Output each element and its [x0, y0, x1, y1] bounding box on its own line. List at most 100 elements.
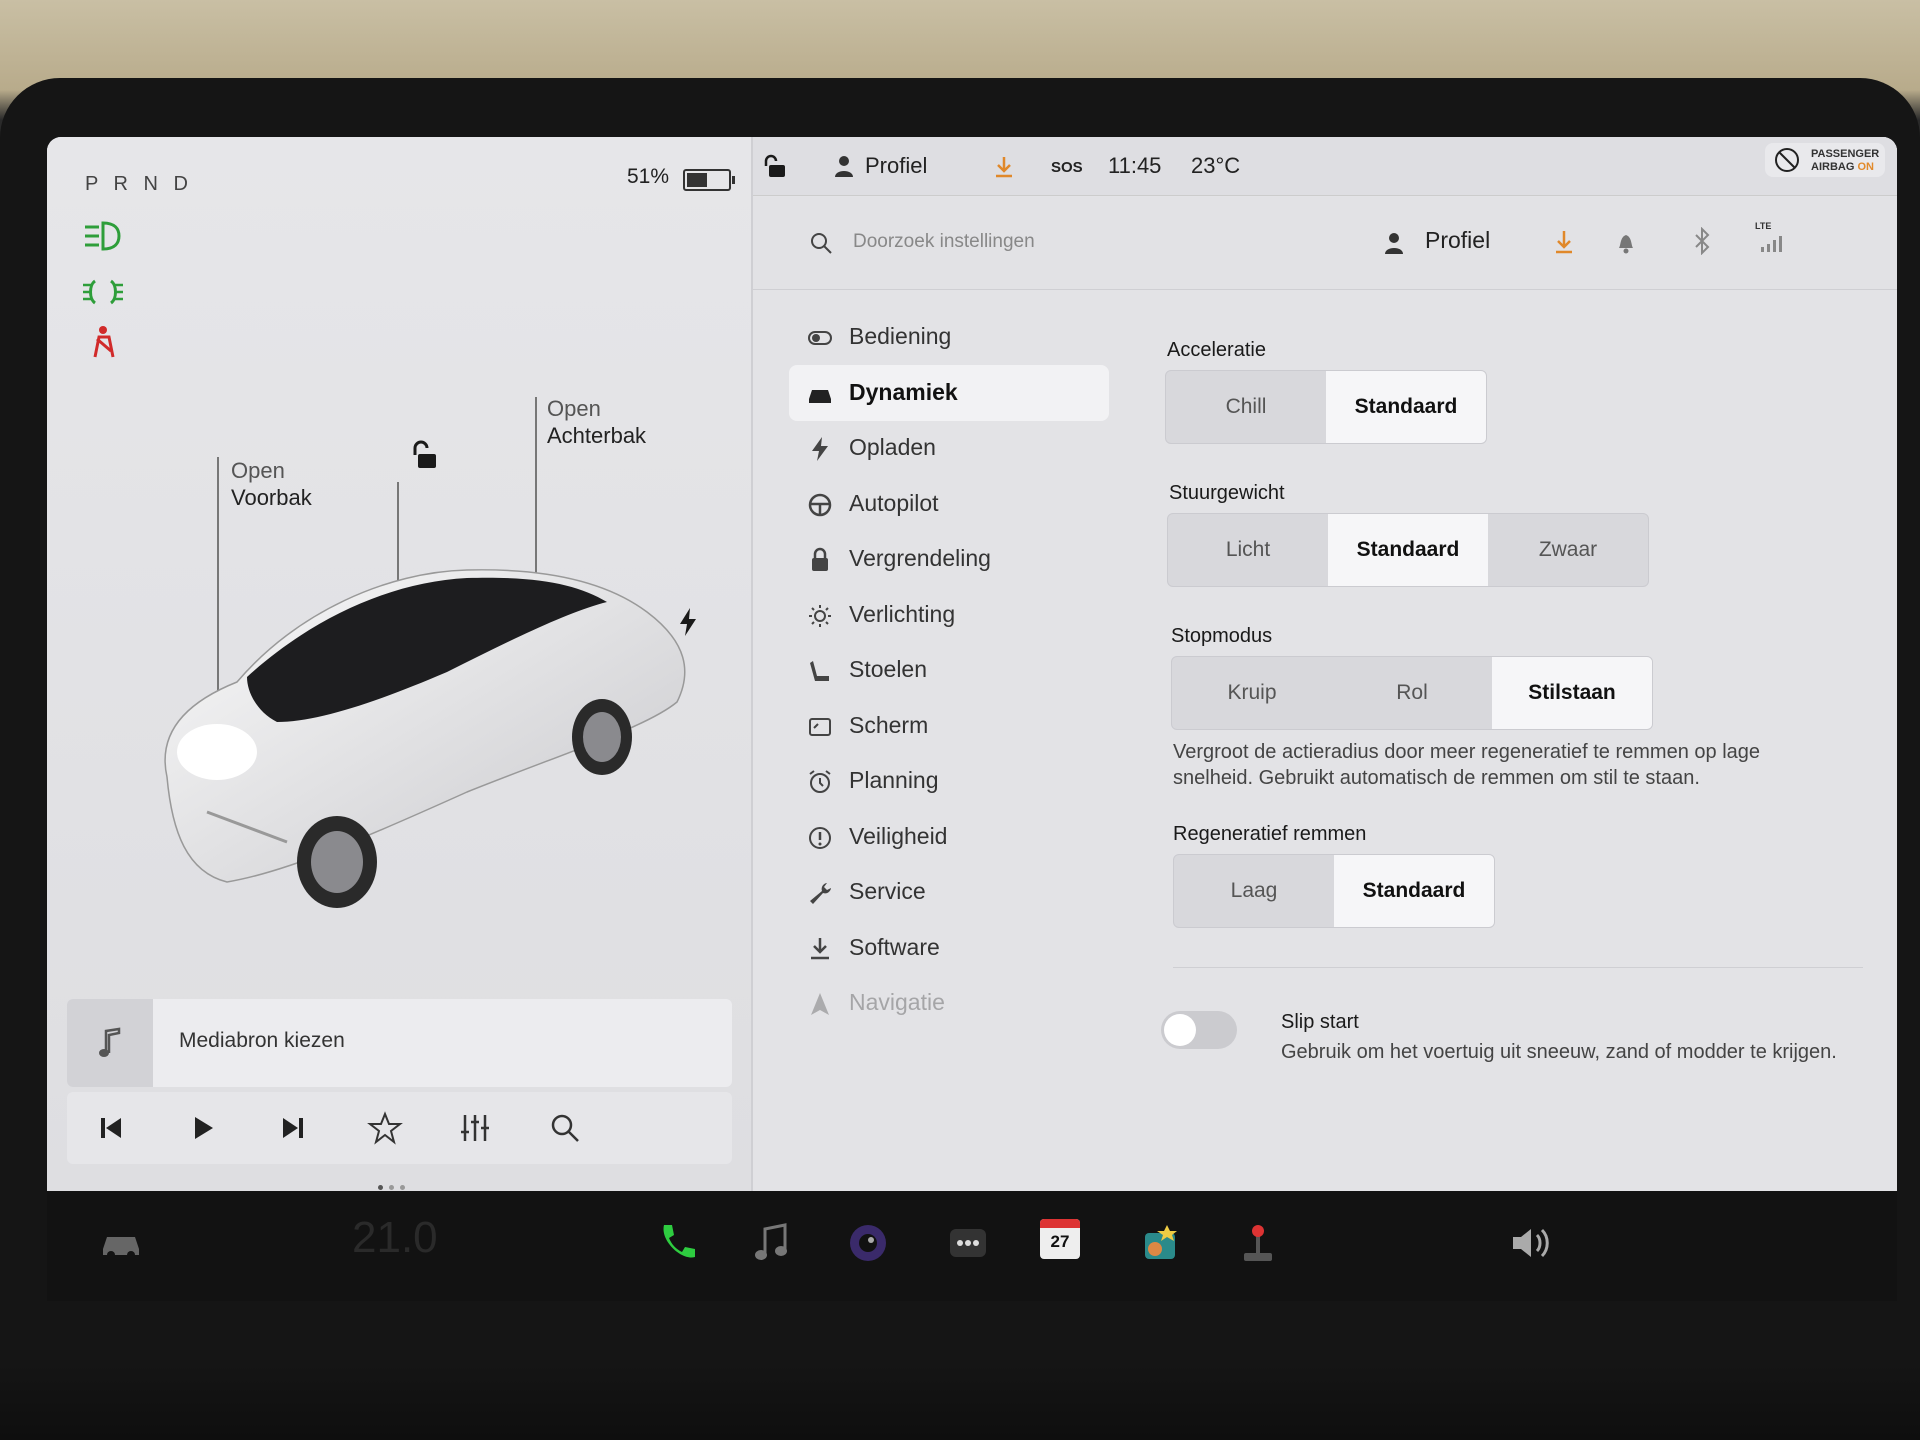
- stopmodus-option-stilstaan[interactable]: Stilstaan: [1492, 657, 1652, 729]
- nav-item-autopilot[interactable]: Autopilot: [789, 476, 1109, 532]
- page-dot[interactable]: [389, 1185, 394, 1190]
- alarm-icon: [809, 770, 831, 793]
- nav-item-bediening[interactable]: Bediening: [789, 309, 1109, 365]
- slip-start-description: Gebruik om het voertuig uit sneeuw, zand…: [1281, 1041, 1837, 1063]
- section-divider: [1173, 967, 1863, 968]
- favorite-star-icon[interactable]: [367, 1110, 403, 1146]
- gear-indicator: P R N D: [85, 173, 193, 195]
- search-icon: [811, 233, 832, 254]
- car-icon: [809, 389, 831, 403]
- bluetooth-icon[interactable]: [1693, 227, 1711, 255]
- calendar-icon[interactable]: 27: [1040, 1219, 1080, 1259]
- frunk-callout[interactable]: Open Voorbak: [231, 457, 312, 511]
- header-profile[interactable]: Profiel: [1425, 227, 1490, 254]
- page-dot[interactable]: [400, 1185, 405, 1190]
- climate-temperature[interactable]: 21.0: [352, 1213, 438, 1263]
- nav-item-opladen[interactable]: Opladen: [789, 420, 1109, 476]
- seat-icon: [810, 661, 829, 681]
- nav-label: Veiligheid: [849, 822, 948, 849]
- stopmodus-option-rol[interactable]: Rol: [1332, 657, 1492, 729]
- airbag-line1: PASSENGER: [1811, 148, 1880, 160]
- phone-icon[interactable]: [652, 1219, 700, 1267]
- trunk-callout[interactable]: Open Achterbak: [547, 395, 646, 449]
- stopmodus-option-kruip[interactable]: Kruip: [1172, 657, 1332, 729]
- acceleratie-option-standaard[interactable]: Standaard: [1326, 371, 1486, 443]
- media-source-selector[interactable]: Mediabron kiezen: [67, 999, 732, 1087]
- nav-item-dynamiek[interactable]: Dynamiek: [789, 364, 1109, 421]
- equalizer-icon[interactable]: [457, 1110, 493, 1146]
- stuurgewicht-option-licht[interactable]: Licht: [1168, 514, 1328, 586]
- search-input[interactable]: Doorzoek instellingen: [853, 231, 1035, 253]
- display-icon: [809, 717, 831, 736]
- bolt-icon: [812, 437, 828, 461]
- play-icon[interactable]: [185, 1110, 221, 1146]
- toggle-knob: [1164, 1014, 1196, 1046]
- volume-icon[interactable]: [1507, 1219, 1555, 1267]
- media-controls: [67, 1092, 732, 1164]
- passenger-airbag-indicator: PASSENGER AIRBAG ON: [1765, 143, 1885, 177]
- nav-item-planning[interactable]: Planning: [789, 753, 1109, 809]
- stopmodus-title: Stopmodus: [1171, 625, 1273, 647]
- seatbelt-warning-icon: [93, 326, 115, 358]
- steering-wheel-icon: [808, 493, 832, 516]
- nav-item-scherm[interactable]: Scherm: [789, 698, 1109, 754]
- stuurgewicht-title: Stuurgewicht: [1169, 482, 1285, 504]
- trunk-name: Achterbak: [547, 423, 647, 448]
- notification-bell-icon[interactable]: [1615, 229, 1637, 255]
- acceleratie-option-chill[interactable]: Chill: [1166, 371, 1326, 443]
- lte-label: LTE: [1755, 221, 1772, 231]
- nav-item-software[interactable]: Software: [789, 920, 1109, 976]
- car-icon[interactable]: [97, 1219, 145, 1267]
- software-update-icon[interactable]: [993, 155, 1015, 179]
- camera-icon[interactable]: [844, 1219, 892, 1267]
- regen-option-laag[interactable]: Laag: [1174, 855, 1334, 927]
- nav-label: Vergrendeling: [849, 545, 991, 571]
- frunk-action: Open: [231, 458, 285, 483]
- calendar-day: 27: [1050, 1232, 1070, 1251]
- regen-segmented: Laag Standaard: [1173, 854, 1495, 928]
- header-update-icon[interactable]: [1553, 229, 1575, 255]
- nav-label: Navigatie: [849, 989, 945, 1015]
- page-indicator: [375, 1177, 408, 1191]
- more-apps-icon[interactable]: [944, 1219, 992, 1267]
- regen-title: Regeneratief remmen: [1173, 823, 1367, 845]
- stuurgewicht-option-standaard[interactable]: Standaard: [1328, 514, 1488, 586]
- stopmodus-description: Vergroot de actieradius door meer regene…: [1173, 741, 1761, 789]
- battery-icon: [683, 169, 735, 191]
- media-search-icon[interactable]: [547, 1110, 583, 1146]
- airbag-icon: [1775, 148, 1799, 172]
- media-source-label: Mediabron kiezen: [179, 1029, 345, 1052]
- settings-panel: Profiel SOS 11:45 23°C PASSENGER AIRBAG …: [751, 137, 1897, 1191]
- nav-item-vergrendeling[interactable]: Vergrendeling: [789, 531, 1109, 587]
- toybox-icon[interactable]: [1137, 1219, 1185, 1267]
- nav-label: Planning: [849, 767, 939, 793]
- nav-label: Scherm: [849, 711, 929, 738]
- trunk-action: Open: [547, 396, 601, 421]
- nav-item-service[interactable]: Service: [789, 864, 1109, 920]
- nav-item-navigatie[interactable]: Navigatie: [789, 975, 1109, 1031]
- sos-label[interactable]: SOS: [1051, 159, 1083, 176]
- battery-percent: 51%: [627, 165, 670, 188]
- regen-option-standaard[interactable]: Standaard: [1334, 855, 1494, 927]
- vehicle-image: [164, 569, 686, 908]
- unlock-icon[interactable]: [409, 439, 439, 471]
- slip-start-toggle[interactable]: [1161, 1011, 1237, 1049]
- music-icon[interactable]: [747, 1219, 795, 1267]
- arcade-joystick-icon[interactable]: [1234, 1219, 1282, 1267]
- download-icon: [811, 937, 829, 959]
- next-track-icon[interactable]: [275, 1110, 311, 1146]
- status-profile[interactable]: Profiel: [865, 153, 927, 179]
- airbag-label: PASSENGER AIRBAG ON: [1811, 148, 1879, 174]
- page-dot[interactable]: [378, 1185, 383, 1190]
- nav-item-verlichting[interactable]: Verlichting: [789, 587, 1109, 643]
- nav-label: Bediening: [849, 323, 952, 349]
- stuurgewicht-option-zwaar[interactable]: Zwaar: [1488, 514, 1648, 586]
- header-profile-icon: [1385, 233, 1403, 254]
- lock-status-icon[interactable]: [763, 153, 787, 179]
- nav-item-stoelen[interactable]: Stoelen: [789, 642, 1109, 698]
- parking-lights-icon: [83, 279, 123, 305]
- nav-item-veiligheid[interactable]: Veiligheid: [789, 809, 1109, 865]
- profile-icon: [835, 156, 853, 177]
- nav-label: Opladen: [849, 434, 936, 460]
- previous-track-icon[interactable]: [93, 1110, 129, 1146]
